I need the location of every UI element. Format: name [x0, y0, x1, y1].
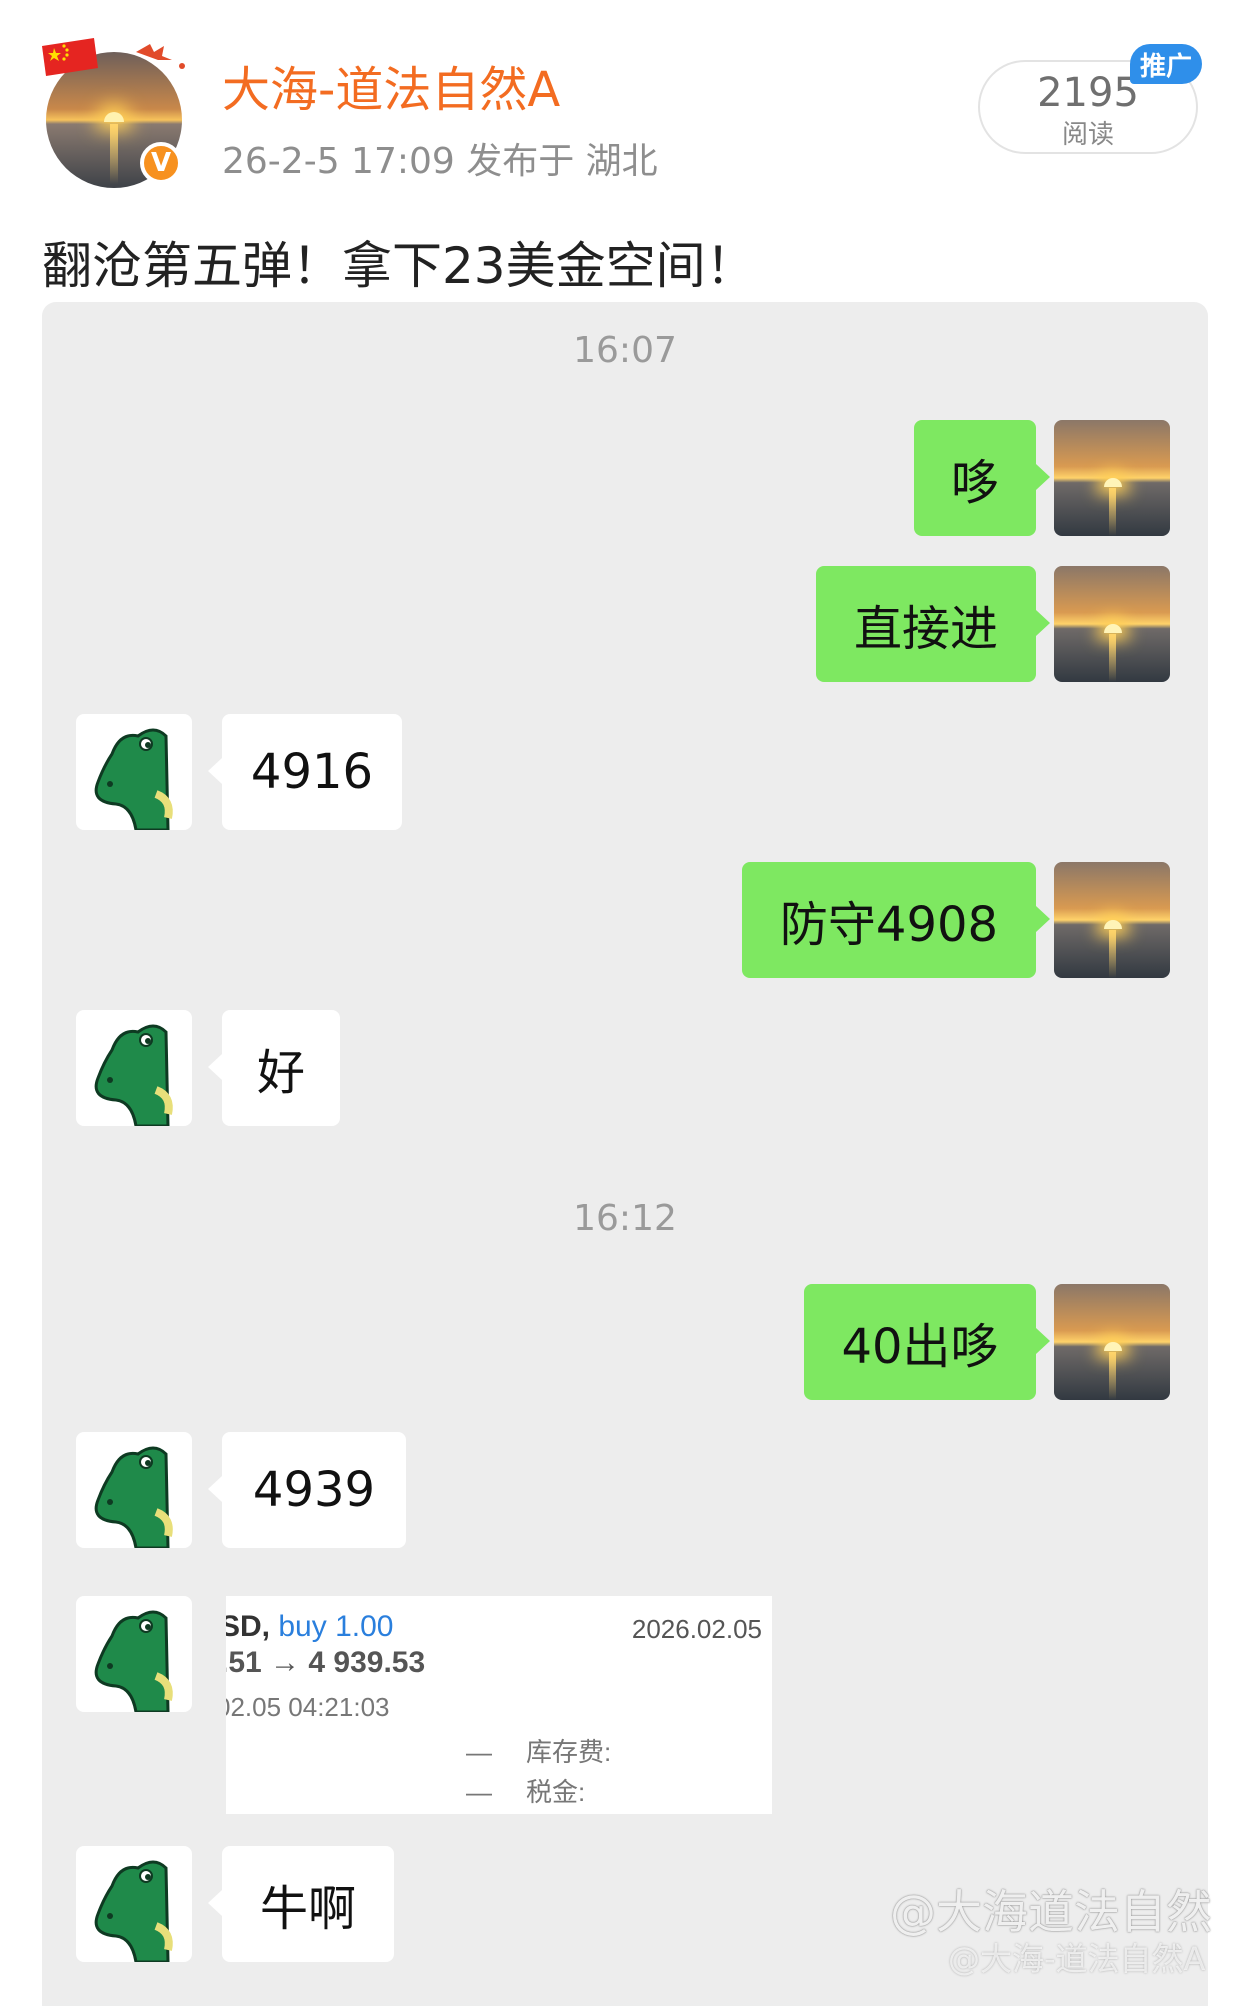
trade-price-line: .51 → 4 939.53 [226, 1646, 426, 1679]
author-name[interactable]: 大海-道法自然A [222, 50, 560, 120]
sun-reflection-graphic [110, 124, 118, 184]
watermark-main: @大海道法自然 [890, 1885, 1212, 1939]
crocodile-avatar-icon [76, 1432, 192, 1548]
chat-bubble-incoming: 好 [208, 1010, 340, 1126]
sender-avatar [1054, 1284, 1170, 1400]
author-avatar-wrap[interactable]: V [42, 38, 192, 188]
sun-graphic [104, 112, 124, 122]
china-flag-icon [42, 38, 98, 76]
trade-swap-row: — 库存费: [466, 1737, 612, 1767]
chat-bubble-outgoing: 直接进 [816, 566, 1050, 682]
chat-time-stamp: 16:12 [573, 1198, 677, 1239]
trade-symbol-line: SD, buy 1.00 [226, 1610, 394, 1643]
sender-avatar [1054, 566, 1170, 682]
trade-tax-row: — 税金: [466, 1777, 586, 1807]
verified-badge-icon: V [140, 142, 182, 184]
crocodile-avatar-icon [76, 1596, 192, 1712]
chat-bubble-incoming: 牛啊 [208, 1846, 394, 1962]
chat-bubble-outgoing: 40出哆 [804, 1284, 1050, 1400]
promo-tag[interactable]: 推广 [1130, 44, 1202, 84]
crocodile-avatar-icon [76, 1010, 192, 1126]
chat-bubble-outgoing: 哆 [914, 420, 1050, 536]
post-text: 翻沧第五弹！拿下23美金空间！ [42, 237, 756, 295]
crocodile-avatar-icon [76, 1846, 192, 1962]
trade-date: 2026.02.05 [631, 1614, 762, 1644]
chat-bubble-incoming: 4916 [208, 714, 402, 830]
post-meta: 26-2-5 17:09 发布于 湖北 [222, 141, 658, 182]
sender-avatar [1054, 420, 1170, 536]
trade-time-line: 02.05 04:21:03 [226, 1692, 390, 1722]
trade-screenshot-image[interactable]: SD, buy 1.00 2026.02.05 .51 → 4 939.53 0… [226, 1596, 772, 1814]
bird-icon [136, 44, 185, 69]
chat-bubble-outgoing: 防守4908 [742, 862, 1050, 978]
watermark-sub: @大海-道法自然A [948, 1940, 1206, 1978]
chat-time-stamp: 16:07 [573, 330, 677, 371]
read-label: 阅读 [1061, 120, 1114, 150]
chat-bubble-incoming: 4939 [208, 1432, 406, 1548]
crocodile-avatar-icon [76, 714, 192, 830]
chat-screenshot[interactable]: 16:07 哆 直接进 4916 防守4908 好 16:12 40出哆 493… [42, 302, 1208, 2006]
sender-avatar [1054, 862, 1170, 978]
trade-action: buy 1.00 [278, 1610, 394, 1643]
